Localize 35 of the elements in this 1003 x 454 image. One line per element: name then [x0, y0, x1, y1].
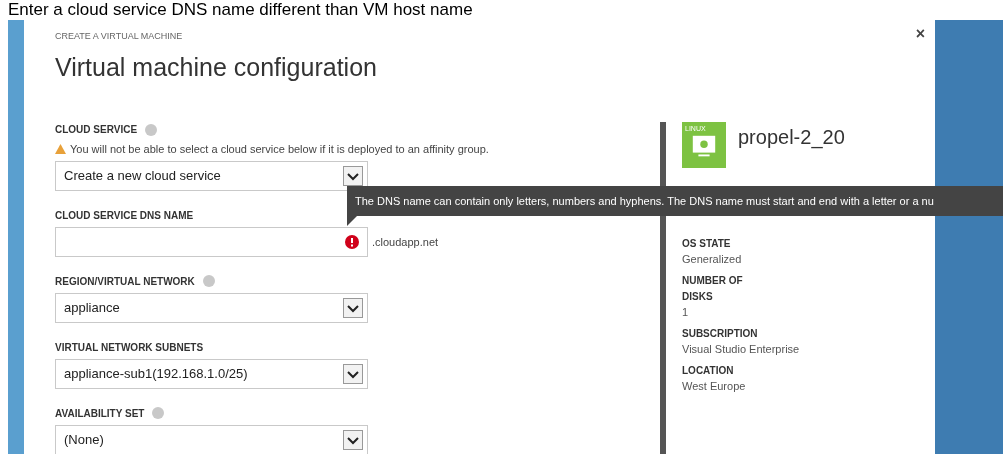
detail-label: OS STATE [682, 236, 732, 251]
detail-value: West Europe [682, 378, 747, 394]
dialog-title: Virtual machine configuration [55, 51, 378, 82]
field-label: CLOUD SERVICE DNS NAME [55, 208, 194, 223]
dropdown[interactable]: Create a new cloud service [55, 161, 368, 191]
field-label: CLOUD SERVICE [55, 123, 138, 137]
warning-icon [55, 143, 66, 154]
dropdown[interactable]: (None) [55, 425, 368, 454]
input-field[interactable] [55, 227, 368, 257]
step-label: CREATE A VIRTUAL MACHINE [55, 30, 183, 43]
caption: Enter a cloud service DNS name different than VM host name [7, 0, 474, 20]
close-button[interactable]: × [915, 22, 925, 46]
detail-label: NUMBER OF DISKS [682, 273, 744, 304]
domain-suffix: .cloudapp.net [372, 234, 439, 250]
dropdown[interactable]: appliance-sub1(192.168.1.0/25) [55, 359, 368, 389]
detail-value: 1 [682, 304, 690, 320]
chevron-down-icon [343, 298, 363, 318]
chevron-down-icon [343, 166, 363, 186]
field-label: REGION/VIRTUAL NETWORK [55, 274, 195, 289]
help-icon[interactable] [202, 275, 215, 287]
chevron-down-icon [343, 364, 363, 384]
detail-label: SUBSCRIPTION [682, 326, 759, 341]
field-label: VIRTUAL NETWORK SUBNETS [55, 340, 204, 355]
help-icon[interactable] [145, 123, 158, 136]
chevron-down-icon [343, 430, 363, 450]
detail-label: LOCATION [682, 363, 735, 378]
dropdown[interactable]: appliance [55, 293, 368, 323]
detail-value: Generalized [682, 251, 743, 267]
detail-value: Visual Studio Enterprise [682, 341, 801, 357]
vm-name: propel-2_20 [738, 124, 845, 151]
warning-text: You will not be able to select a cloud service below if it is deployed to an affinity group. [70, 141, 489, 157]
help-icon[interactable] [152, 407, 165, 419]
tooltip-pointer [347, 216, 357, 226]
tooltip: The DNS name can contain only letters, numbers and hyphens. The DNS name must start and end with a letter or a nu [347, 186, 1003, 216]
field-label: AVAILABILITY SET [55, 406, 145, 421]
